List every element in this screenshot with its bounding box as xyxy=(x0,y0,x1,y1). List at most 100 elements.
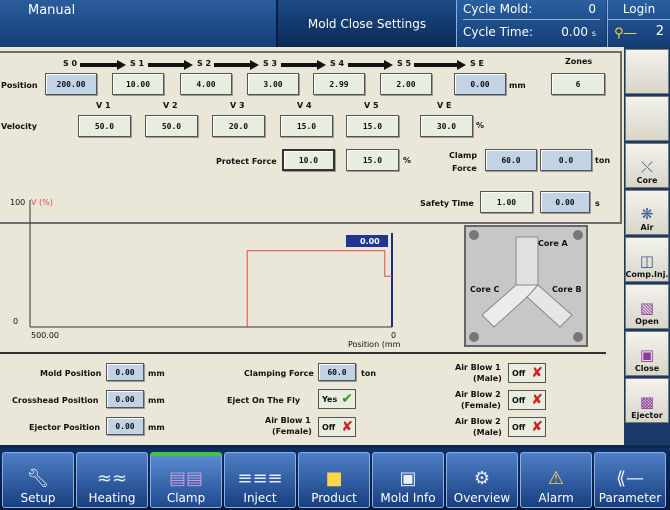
protect-force-label: Protect Force xyxy=(216,157,277,166)
ejector-position-unit: mm xyxy=(148,423,165,432)
nav-parameter[interactable]: ⟪— Parameter xyxy=(594,452,666,508)
air-blow-2-female-label-2: (Female) xyxy=(461,401,501,410)
comp-inj-icon: ◫ xyxy=(639,252,655,270)
air-blow-1-male-value: Off xyxy=(512,369,526,378)
ejector-position-label: Ejector Position xyxy=(29,423,101,432)
velocity-label-v1: V 1 xyxy=(96,101,111,110)
nav-clamp[interactable]: ▤▤ Clamp xyxy=(150,452,222,508)
chart-x-axis-label: Position (mm) xyxy=(348,340,400,349)
protect-force-field-1[interactable]: 10.0 xyxy=(282,149,335,171)
clamp-force-field-1[interactable]: 60.0 xyxy=(485,149,537,171)
alarm-icon: ⚠ xyxy=(547,468,565,489)
air-blow-2-female-toggle[interactable]: Off ✘ xyxy=(508,390,546,410)
position-s1-field[interactable]: 10.00 xyxy=(112,73,164,95)
position-s3-field[interactable]: 3.00 xyxy=(247,73,299,95)
function-sidebar: ⤬ Core ❋ Air ◫ Comp.Inj. ▧ Open ▣ Close … xyxy=(624,47,670,445)
velocity-label-v3: V 3 xyxy=(230,101,245,110)
stage-arrow xyxy=(148,60,193,70)
sidebar-item-comp-inj[interactable]: ◫ Comp.Inj. xyxy=(625,237,669,282)
velocity-v3-field[interactable]: 20.0 xyxy=(212,115,265,137)
velocity-label-v5: V 5 xyxy=(364,101,379,110)
safety-time-label: Safety Time xyxy=(420,199,474,208)
sidebar-blank-1[interactable] xyxy=(625,49,669,94)
velocity-v1-field[interactable]: 50.0 xyxy=(78,115,131,137)
air-blow-1-female-value: Off xyxy=(322,423,336,432)
clamp-force-unit: ton xyxy=(595,156,611,165)
nav-overview[interactable]: ⚙ Overview xyxy=(446,452,518,508)
cycle-time-value: 0.00 s xyxy=(561,25,596,39)
protect-force-field-2[interactable]: 15.0 xyxy=(346,149,399,171)
nav-product[interactable]: ■ Product xyxy=(298,452,370,508)
login-button[interactable]: Login ⚲― 2 xyxy=(607,0,670,47)
x-mark-icon: ✘ xyxy=(531,419,543,435)
sidebar-item-air[interactable]: ❋ Air xyxy=(625,190,669,235)
cores-diagram: Core A Core B Core C xyxy=(464,225,588,347)
x-mark-icon: ✘ xyxy=(341,419,353,435)
air-blow-1-female-label-2: (Female) xyxy=(272,427,312,436)
screw-icon: ≡≡≡ xyxy=(237,468,283,489)
position-s5-field[interactable]: 2.00 xyxy=(380,73,432,95)
position-s4-field[interactable]: 2.99 xyxy=(313,73,365,95)
ejector-position-value: 0.00 xyxy=(106,417,144,435)
safety-time-field-2[interactable]: 0.00 xyxy=(540,191,590,213)
velocity-v4-field[interactable]: 15.0 xyxy=(280,115,333,137)
velocity-v5-field[interactable]: 15.0 xyxy=(346,115,399,137)
nav-alarm[interactable]: ⚠ Alarm xyxy=(520,452,592,508)
key-icon: ⚲― xyxy=(614,26,637,41)
zones-label: Zones xyxy=(565,57,593,66)
eject-on-fly-label: Eject On The Fly xyxy=(227,396,301,405)
nav-item-label: Clamp xyxy=(166,491,206,505)
sidebar-item-open[interactable]: ▧ Open xyxy=(625,284,669,329)
sidebar-item-ejector[interactable]: ▩ Ejector xyxy=(625,378,669,423)
close-icon: ▣ xyxy=(639,346,655,364)
zones-field[interactable]: 6 xyxy=(551,73,605,95)
safety-time-field-1[interactable]: 1.00 xyxy=(480,191,533,213)
position-s0-field[interactable]: 200.00 xyxy=(45,73,97,95)
login-label: Login xyxy=(608,2,670,20)
nav-item-label: Alarm xyxy=(538,491,574,505)
wrench-icon: 🔧︎ xyxy=(26,468,50,489)
position-se-field[interactable]: 0.00 xyxy=(454,73,506,95)
core-c-label: Core C xyxy=(470,285,500,294)
air-icon: ❋ xyxy=(640,205,654,223)
sidebar-item-label: Ejector xyxy=(631,411,663,420)
x-mark-icon: ✘ xyxy=(531,365,543,381)
crosshead-position-label: Crosshead Position xyxy=(12,396,99,405)
stage-arrow xyxy=(80,60,126,70)
sidebar-item-core[interactable]: ⤬ Core xyxy=(625,143,669,188)
air-blow-2-female-label-1: Air Blow 2 xyxy=(455,390,501,399)
clamp-force-field-2[interactable]: 0.0 xyxy=(540,149,592,171)
sidebar-blank-2[interactable] xyxy=(625,96,669,141)
chart-x-right-label: 0 xyxy=(391,331,396,340)
x-mark-icon: ✘ xyxy=(531,392,543,408)
nav-heating[interactable]: ≈≈ Heating xyxy=(76,452,148,508)
nav-item-label: Parameter xyxy=(598,491,662,505)
cycle-info: Cycle Mold: 0 Cycle Time: 0.00 s xyxy=(456,0,606,47)
air-blow-1-female-toggle[interactable]: Off ✘ xyxy=(318,417,356,437)
position-s2-field[interactable]: 4.00 xyxy=(180,73,232,95)
mold-position-unit: mm xyxy=(148,369,165,378)
nav-item-label: Overview xyxy=(453,491,511,505)
mold-position-label: Mold Position xyxy=(40,369,102,378)
sidebar-item-label: Open xyxy=(635,317,659,326)
nav-setup[interactable]: 🔧︎ Setup xyxy=(2,452,74,508)
air-blow-2-male-toggle[interactable]: Off ✘ xyxy=(508,417,546,437)
eject-on-fly-toggle[interactable]: Yes ✔ xyxy=(318,389,356,409)
crosshead-position-value: 0.00 xyxy=(106,390,144,408)
core-icon: ⤬ xyxy=(640,158,653,176)
safety-time-unit: s xyxy=(595,199,600,208)
stage-label-s5: S 5 xyxy=(397,59,412,68)
nav-item-label: Mold Info xyxy=(380,491,436,505)
velocity-ve-field[interactable]: 30.0 xyxy=(420,115,473,137)
velocity-v2-field[interactable]: 50.0 xyxy=(145,115,198,137)
stage-label-s2: S 2 xyxy=(197,59,212,68)
nav-mold-info[interactable]: ▣ Mold Info xyxy=(372,452,444,508)
air-blow-1-male-label-1: Air Blow 1 xyxy=(455,363,501,372)
chart-profile-line xyxy=(246,250,392,327)
air-blow-1-male-toggle[interactable]: Off ✘ xyxy=(508,363,546,383)
clamp-force-label-2: Force xyxy=(452,164,477,173)
sidebar-item-close[interactable]: ▣ Close xyxy=(625,331,669,376)
chart-x-left-label: 500.00 xyxy=(31,331,59,340)
nav-inject[interactable]: ≡≡≡ Inject xyxy=(224,452,296,508)
stage-arrow xyxy=(414,60,466,70)
